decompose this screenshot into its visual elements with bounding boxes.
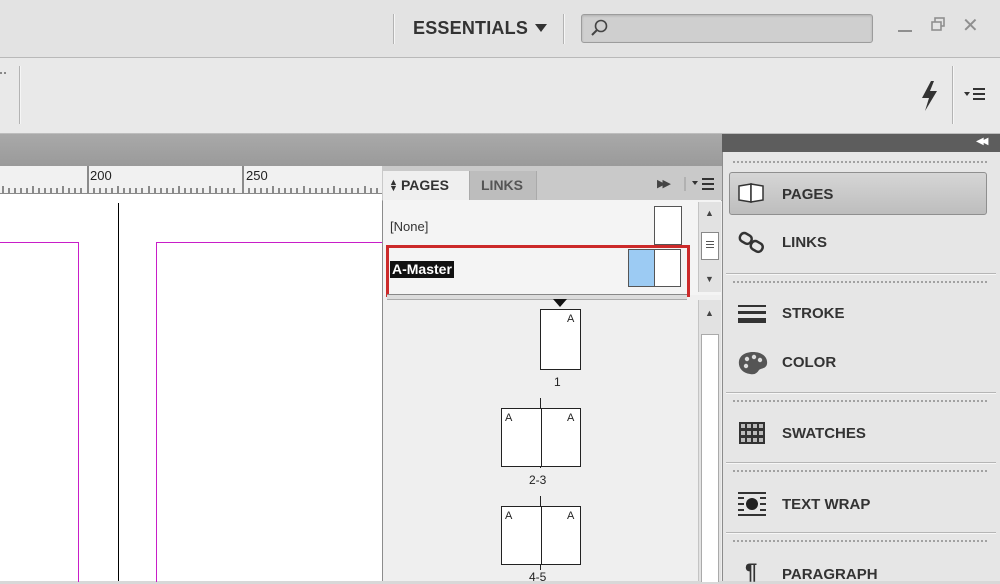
text-wrap-icon[interactable] — [737, 491, 767, 517]
dock-group-grip[interactable] — [732, 469, 988, 473]
collapse-panel-icon[interactable]: ▶▶ — [657, 177, 671, 190]
workspace-switcher[interactable]: ESSENTIALS — [413, 18, 528, 39]
scroll-down-icon[interactable]: ▼ — [705, 274, 714, 284]
document-canvas[interactable] — [0, 194, 383, 582]
scroll-up-icon[interactable]: ▲ — [705, 308, 714, 318]
master-none-label[interactable]: [None] — [390, 219, 428, 234]
dock-group-grip[interactable] — [732, 539, 988, 543]
dock-item-pages[interactable] — [729, 172, 987, 215]
scroll-thumb[interactable] — [701, 232, 719, 260]
dock-separator — [726, 532, 996, 533]
search-input[interactable] — [581, 14, 873, 43]
master-a-left-thumbnail[interactable] — [628, 249, 655, 287]
page-master-prefix: A — [567, 412, 575, 424]
lightning-bolt-icon[interactable] — [918, 80, 940, 112]
dock-separator — [726, 273, 996, 274]
page-master-prefix: A — [567, 313, 575, 325]
pages-scrollbar[interactable]: ▲ — [698, 300, 721, 582]
spread-thumbnail[interactable]: A A — [501, 506, 581, 565]
ruler-label: 250 — [246, 168, 268, 183]
dock-separator — [726, 462, 996, 463]
dock-item-label: PAGES — [782, 186, 834, 203]
spread-thumbnail[interactable]: A A — [501, 408, 581, 467]
dock-item-label[interactable]: COLOR — [782, 354, 836, 371]
page-number: 1 — [554, 375, 561, 389]
panel-section-divider[interactable] — [387, 294, 687, 300]
dock-group-grip[interactable] — [732, 280, 988, 284]
control-panel-separator — [19, 66, 20, 124]
dock-header: ◀◀ — [722, 134, 1000, 152]
swatches-icon[interactable] — [738, 421, 766, 445]
ruler-ticks — [2, 166, 378, 193]
master-none-thumbnail[interactable] — [654, 206, 682, 245]
page-master-prefix: A — [567, 510, 575, 522]
pages-icon — [738, 183, 764, 203]
page-thumbnail[interactable]: A — [540, 309, 581, 370]
document-tab-strip — [0, 134, 722, 167]
dock-item-label[interactable]: STROKE — [782, 305, 845, 322]
panel-menu-icon[interactable] — [684, 176, 718, 192]
dock-separator — [726, 392, 996, 393]
page-edge — [118, 203, 119, 581]
dock-item-label[interactable]: PARAGRAPH — [782, 566, 878, 583]
color-palette-icon[interactable] — [737, 350, 769, 376]
close-icon[interactable]: ✕ — [962, 13, 979, 38]
margin-guide — [0, 242, 79, 582]
master-a-label[interactable]: A-Master — [390, 261, 454, 278]
workspace-dropdown-icon[interactable] — [535, 24, 547, 32]
titlebar-separator — [563, 14, 564, 44]
minimize-icon[interactable] — [898, 30, 912, 32]
stroke-icon[interactable] — [737, 304, 767, 324]
control-panel-menu-icon[interactable] — [964, 86, 986, 102]
dock-item-label[interactable]: TEXT WRAP — [782, 496, 870, 513]
page-master-prefix: A — [505, 412, 513, 424]
page-number: 4-5 — [529, 570, 547, 584]
paragraph-icon[interactable]: ¶ — [745, 561, 757, 583]
margin-guide — [156, 242, 383, 582]
divider-handle-icon[interactable] — [553, 299, 567, 307]
page-master-prefix: A — [505, 510, 513, 522]
search-icon — [591, 19, 608, 36]
tab-expand-icon[interactable]: ▲ ▼ — [389, 178, 398, 193]
page-number: 2-3 — [529, 473, 547, 487]
dock-group-grip[interactable] — [732, 160, 988, 164]
tab-pages-label: PAGES — [401, 177, 449, 193]
scroll-thumb[interactable] — [701, 334, 719, 582]
master-a-right-thumbnail[interactable] — [654, 249, 681, 287]
titlebar-separator — [393, 14, 394, 44]
control-panel-grip — [0, 72, 6, 86]
control-panel — [0, 58, 1000, 134]
ruler-label: 200 — [90, 168, 112, 183]
scroll-up-icon[interactable]: ▲ — [705, 208, 714, 218]
dock-group-grip[interactable] — [732, 399, 988, 403]
tab-links-label: LINKS — [481, 177, 523, 193]
control-panel-separator — [952, 66, 953, 124]
links-icon[interactable] — [737, 231, 769, 255]
dock-item-label[interactable]: SWATCHES — [782, 425, 866, 442]
masters-scrollbar[interactable]: ▲ ▼ — [698, 202, 721, 292]
collapse-dock-icon[interactable]: ◀◀ — [976, 136, 989, 147]
horizontal-ruler[interactable]: 200 250 — [0, 166, 382, 194]
restore-icon[interactable] — [930, 16, 946, 32]
dock-item-label[interactable]: LINKS — [782, 234, 827, 251]
